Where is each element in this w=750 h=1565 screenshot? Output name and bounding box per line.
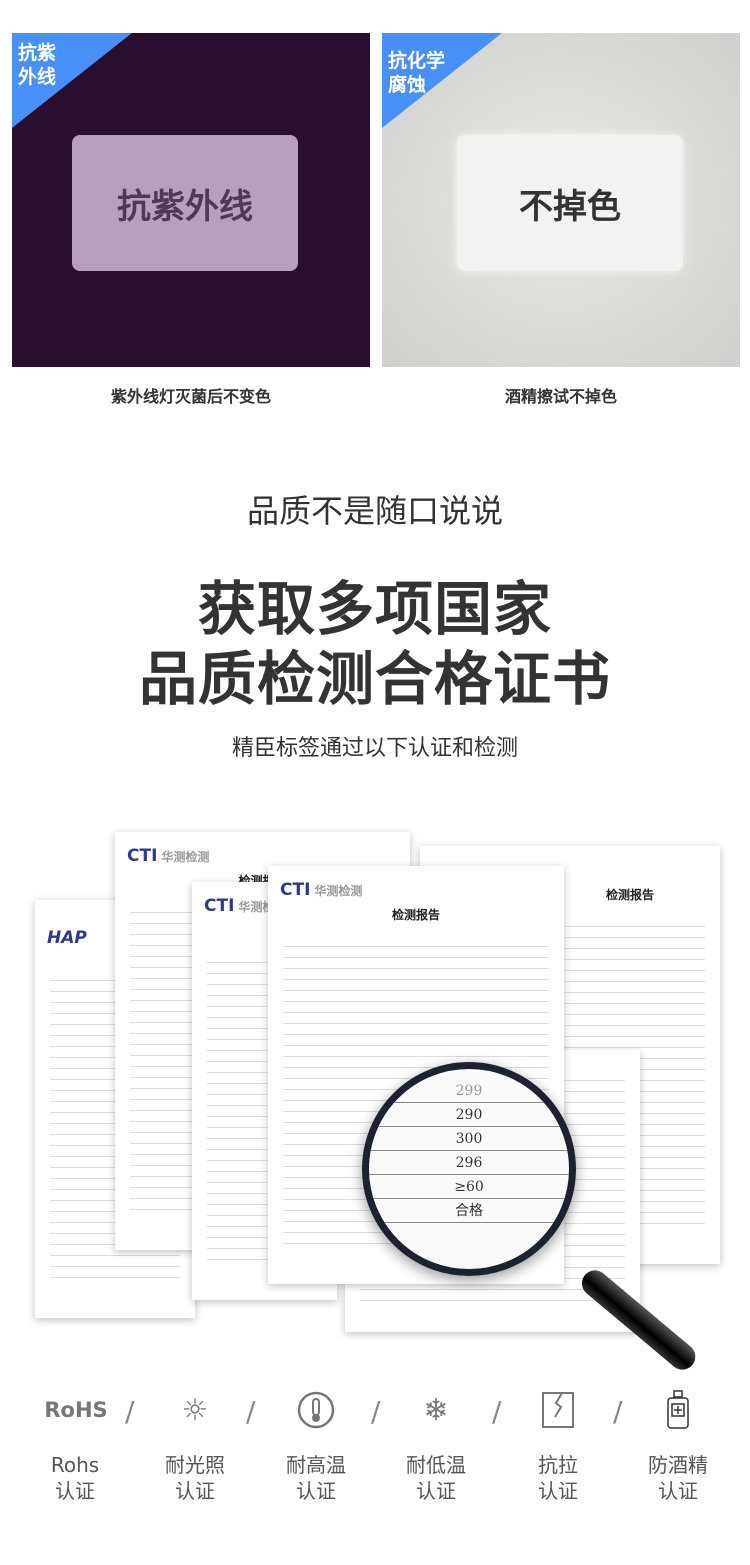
badge-text: 抗化学 腐蚀 [388, 49, 445, 97]
divider: / [371, 1395, 381, 1428]
badge-line: 抗紫 [18, 42, 57, 64]
value-row: ≥60 [369, 1175, 569, 1199]
divider: / [613, 1395, 623, 1428]
alcohol-bottle-icon [648, 1390, 708, 1430]
caption: 紫外线灯灭菌后不变色 [110, 387, 271, 406]
cert-rohs: Rohs 认证 [50, 1453, 100, 1503]
cert-alcohol: 防酒精 认证 [648, 1453, 708, 1503]
intro-heading: 品质不是随口说说 [246, 492, 503, 530]
badge-line: 腐蚀 [388, 74, 427, 96]
rohs-text-icon: RoHS [44, 1398, 108, 1422]
uv-resistance-panel: 抗紫 外线 抗紫外线 [12, 33, 370, 367]
value-row: 合格 [369, 1199, 569, 1223]
badge-line: 抗化学 [388, 50, 446, 72]
divider: / [125, 1395, 135, 1428]
magnifying-glass: 299 290 300 296 ≥60 合格 [362, 1062, 576, 1276]
cert-high-temp: 耐高温 认证 [286, 1453, 346, 1503]
snowflake-icon: ❄ [423, 1392, 449, 1428]
cert-tensile: 抗拉 认证 [538, 1453, 578, 1503]
title-line-2: 品质检测合格证书 [138, 645, 611, 713]
badge-text: 抗紫 外线 [18, 41, 56, 89]
thermometer-icon [286, 1390, 346, 1430]
subtitle: 精臣标签通过以下认证和检测 [231, 736, 518, 761]
value-row: 296 [369, 1151, 569, 1175]
sample-label: 抗紫外线 [72, 135, 298, 271]
sample-label: 不掉色 [457, 135, 683, 271]
value-row: 300 [369, 1127, 569, 1151]
chemical-resistance-panel: 抗化学 腐蚀 不掉色 [382, 33, 740, 367]
cti-logo: CTI 华测检测 [127, 846, 210, 866]
torn-paper-icon [528, 1390, 588, 1430]
sun-icon: ☼ [181, 1392, 209, 1428]
report-title: 检测报告 [391, 908, 440, 922]
caption: 酒精擦试不掉色 [504, 387, 617, 406]
divider: / [246, 1395, 256, 1428]
hap-logo: HAP [47, 928, 87, 948]
cert-low-temp: 耐低温 认证 [406, 1453, 466, 1503]
cert-light: 耐光照 认证 [165, 1453, 225, 1503]
cti-logo: CTI 华测检测 [280, 880, 363, 900]
divider: / [492, 1395, 502, 1428]
value-row: 290 [369, 1103, 569, 1127]
badge-line: 外线 [18, 66, 57, 88]
